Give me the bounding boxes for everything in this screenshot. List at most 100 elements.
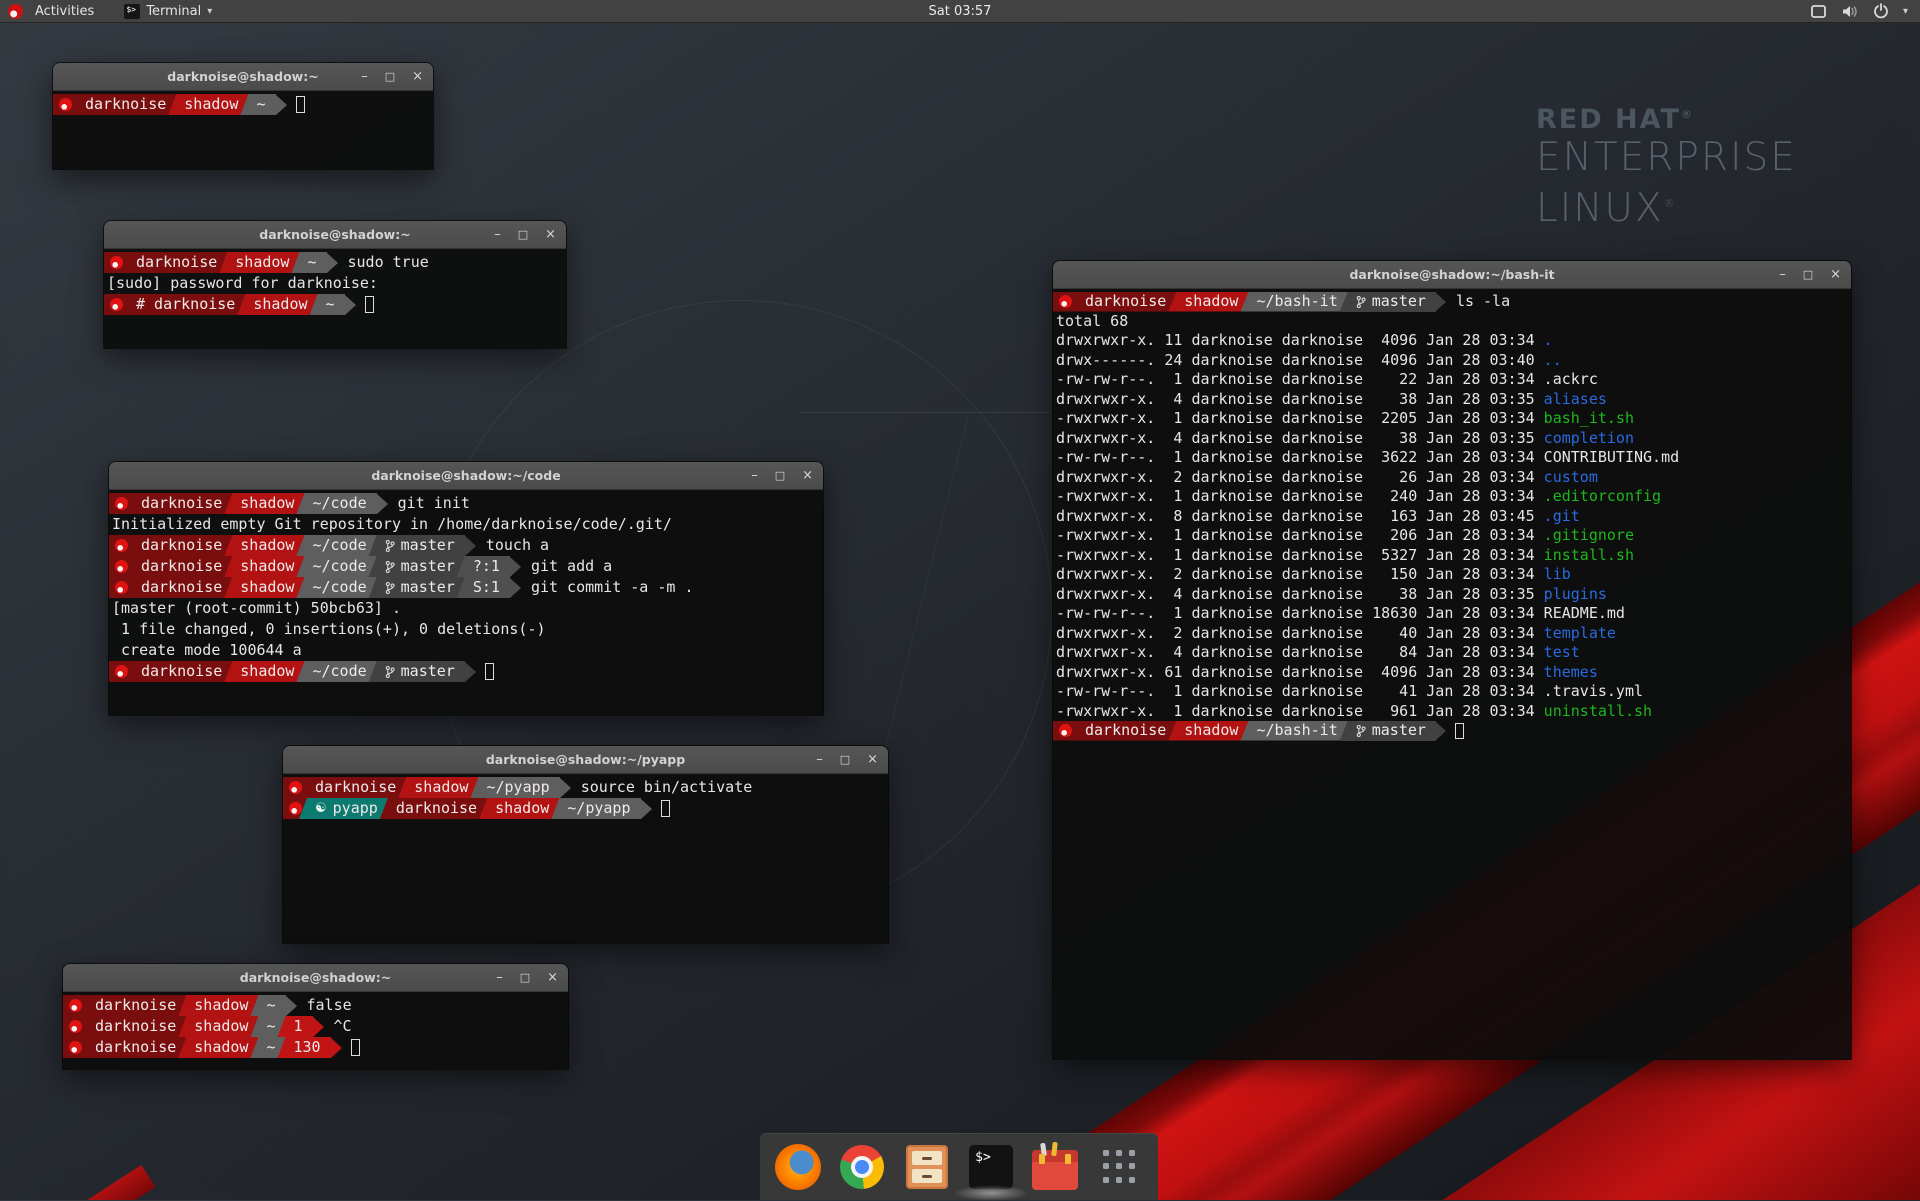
maximize-button[interactable]: □ bbox=[775, 469, 785, 482]
chevron-down-icon[interactable]: ▾ bbox=[1903, 6, 1908, 17]
output-text: aliases bbox=[1544, 390, 1607, 408]
terminal-body[interactable]: darknoiseshadow~sudo true[sudo] password… bbox=[104, 249, 566, 349]
window-titlebar[interactable]: darknoise@shadow:~–□× bbox=[53, 63, 433, 91]
prompt-segment-label: ~/code bbox=[312, 577, 366, 598]
prompt-segment: shadow bbox=[178, 1037, 258, 1058]
prompt-segment-label: shadow bbox=[240, 661, 294, 682]
prompt-segment: ~/code bbox=[296, 493, 376, 514]
prompt-arrow-icon bbox=[560, 778, 571, 798]
clock[interactable]: Sat 03:57 bbox=[0, 4, 1920, 19]
prompt-segment-label: master bbox=[1372, 721, 1426, 741]
command-text: touch a bbox=[476, 535, 549, 556]
terminal-line: drwxrwxr-x. 2 darknoise darknoise 26 Jan… bbox=[1053, 468, 1851, 488]
firefox-dock-item[interactable] bbox=[774, 1143, 822, 1191]
terminal-line: total 68 bbox=[1053, 312, 1851, 332]
prompt-arrow-icon bbox=[1436, 722, 1446, 740]
minimize-button[interactable]: – bbox=[361, 70, 368, 83]
minimize-button[interactable]: – bbox=[816, 753, 823, 766]
appgrid-dock-item[interactable] bbox=[1096, 1143, 1144, 1191]
terminal-line: -rwxrwxr-x. 1 darknoise darknoise 961 Ja… bbox=[1053, 702, 1851, 722]
output-text: drwxrwxr-x. 4 darknoise darknoise 38 Jan… bbox=[1056, 390, 1544, 408]
minimize-button[interactable]: – bbox=[494, 228, 501, 241]
volume-icon[interactable] bbox=[1841, 4, 1859, 19]
output-text: drwxrwxr-x. 4 darknoise darknoise 84 Jan… bbox=[1056, 643, 1544, 661]
window-titlebar[interactable]: darknoise@shadow:~–□× bbox=[104, 221, 566, 249]
terminal-body[interactable]: darknoiseshadow~falsedarknoiseshadow~1^C… bbox=[63, 992, 568, 1070]
registered-mark: ® bbox=[1664, 197, 1677, 210]
chrome-dock-item[interactable] bbox=[838, 1143, 886, 1191]
prompt-arrow-icon bbox=[377, 494, 388, 514]
prompt-segment: darknoise bbox=[125, 493, 232, 514]
prompt-segment: master bbox=[369, 577, 465, 598]
maximize-button[interactable]: □ bbox=[520, 971, 530, 984]
close-button[interactable]: × bbox=[545, 228, 556, 241]
output-text: -rwxrwxr-x. 1 darknoise darknoise 2205 J… bbox=[1056, 409, 1544, 427]
prompt-segment: 130 bbox=[278, 1037, 331, 1058]
terminal-line: 1 file changed, 0 insertions(+), 0 delet… bbox=[109, 619, 823, 640]
prompt-segment: darknoise bbox=[1069, 292, 1176, 312]
redhat-icon bbox=[1059, 295, 1072, 308]
prompt-segment: ~/code bbox=[296, 556, 376, 577]
terminal-body[interactable]: darknoiseshadow~ bbox=[53, 91, 433, 170]
terminal-body[interactable]: darknoiseshadow~/codegit initInitialized… bbox=[109, 490, 823, 716]
power-icon[interactable] bbox=[1873, 3, 1889, 19]
terminal-line: -rw-rw-r--. 1 darknoise darknoise 41 Jan… bbox=[1053, 682, 1851, 702]
toolbox-dock-item[interactable] bbox=[1031, 1143, 1079, 1191]
files-dock-item[interactable] bbox=[903, 1143, 951, 1191]
terminal-cursor bbox=[1455, 723, 1464, 739]
prompt-segment-label: darknoise bbox=[95, 1037, 176, 1058]
prompt-arrow-icon bbox=[331, 1038, 342, 1058]
output-text: uninstall.sh bbox=[1544, 702, 1652, 720]
prompt-segment: darknoise bbox=[125, 556, 232, 577]
maximize-button[interactable]: □ bbox=[840, 753, 850, 766]
output-text: -rwxrwxr-x. 1 darknoise darknoise 240 Ja… bbox=[1056, 487, 1544, 505]
close-button[interactable]: × bbox=[1830, 268, 1841, 281]
terminal-line: -rwxrwxr-x. 1 darknoise darknoise 2205 J… bbox=[1053, 409, 1851, 429]
output-text: .. bbox=[1544, 351, 1562, 369]
prompt-arrow-icon bbox=[510, 578, 521, 598]
maximize-button[interactable]: □ bbox=[1803, 268, 1813, 281]
files-icon bbox=[906, 1145, 948, 1189]
output-text: drwxrwxr-x. 61 darknoise darknoise 4096 … bbox=[1056, 663, 1544, 681]
prompt-arrow-icon bbox=[1436, 293, 1446, 311]
maximize-button[interactable]: □ bbox=[518, 228, 528, 241]
prompt-segment: darknoise bbox=[79, 995, 186, 1016]
prompt-arrow-icon bbox=[465, 662, 476, 682]
prompt-segment-label: shadow bbox=[1184, 292, 1238, 312]
maximize-button[interactable]: □ bbox=[385, 70, 395, 83]
close-button[interactable]: × bbox=[802, 469, 813, 482]
window-titlebar[interactable]: darknoise@shadow:~/pyapp–□× bbox=[283, 746, 888, 774]
output-text: -rw-rw-r--. 1 darknoise darknoise 3622 J… bbox=[1056, 448, 1544, 466]
display-icon[interactable] bbox=[1810, 4, 1827, 19]
prompt-segment-label: master bbox=[401, 661, 455, 682]
chrome-icon bbox=[840, 1145, 884, 1189]
output-text: . bbox=[1544, 331, 1553, 349]
minimize-button[interactable]: – bbox=[496, 971, 503, 984]
close-button[interactable]: × bbox=[547, 971, 558, 984]
terminal-line: darknoiseshadow~/bash-itmaster bbox=[1053, 721, 1851, 741]
output-text: 1 file changed, 0 insertions(+), 0 delet… bbox=[112, 620, 545, 638]
minimize-button[interactable]: – bbox=[751, 469, 758, 482]
close-button[interactable]: × bbox=[867, 753, 878, 766]
prompt-segment: darknoise bbox=[79, 1037, 186, 1058]
close-button[interactable]: × bbox=[412, 70, 423, 83]
output-text: themes bbox=[1544, 663, 1598, 681]
terminal-line: drwxrwxr-x. 2 darknoise darknoise 40 Jan… bbox=[1053, 624, 1851, 644]
terminal-line: drwxrwxr-x. 4 darknoise darknoise 38 Jan… bbox=[1053, 390, 1851, 410]
prompt-segment-label: 1 bbox=[294, 1016, 303, 1037]
window-title: darknoise@shadow:~/bash-it bbox=[1349, 267, 1554, 282]
window-titlebar[interactable]: darknoise@shadow:~/bash-it – □ × bbox=[1053, 261, 1851, 289]
prompt-segment: ☯pyapp bbox=[299, 798, 388, 819]
prompt-segment-label: shadow bbox=[235, 252, 289, 273]
window-titlebar[interactable]: darknoise@shadow:~–□× bbox=[63, 964, 568, 992]
minimize-button[interactable]: – bbox=[1779, 268, 1786, 281]
output-text: .editorconfig bbox=[1544, 487, 1661, 505]
terminal-body[interactable]: darknoiseshadow~/bash-itmasterls -latota… bbox=[1053, 289, 1851, 1060]
prompt-arrow-icon bbox=[327, 253, 338, 273]
python-icon: ☯ bbox=[315, 798, 327, 819]
terminal-dock-item[interactable]: $> bbox=[967, 1143, 1015, 1191]
window-titlebar[interactable]: darknoise@shadow:~/code–□× bbox=[109, 462, 823, 490]
terminal-body[interactable]: darknoiseshadow~/pyappsource bin/activat… bbox=[283, 774, 888, 944]
prompt-segment: darknoise bbox=[380, 798, 487, 819]
output-text: -rwxrwxr-x. 1 darknoise darknoise 206 Ja… bbox=[1056, 526, 1544, 544]
